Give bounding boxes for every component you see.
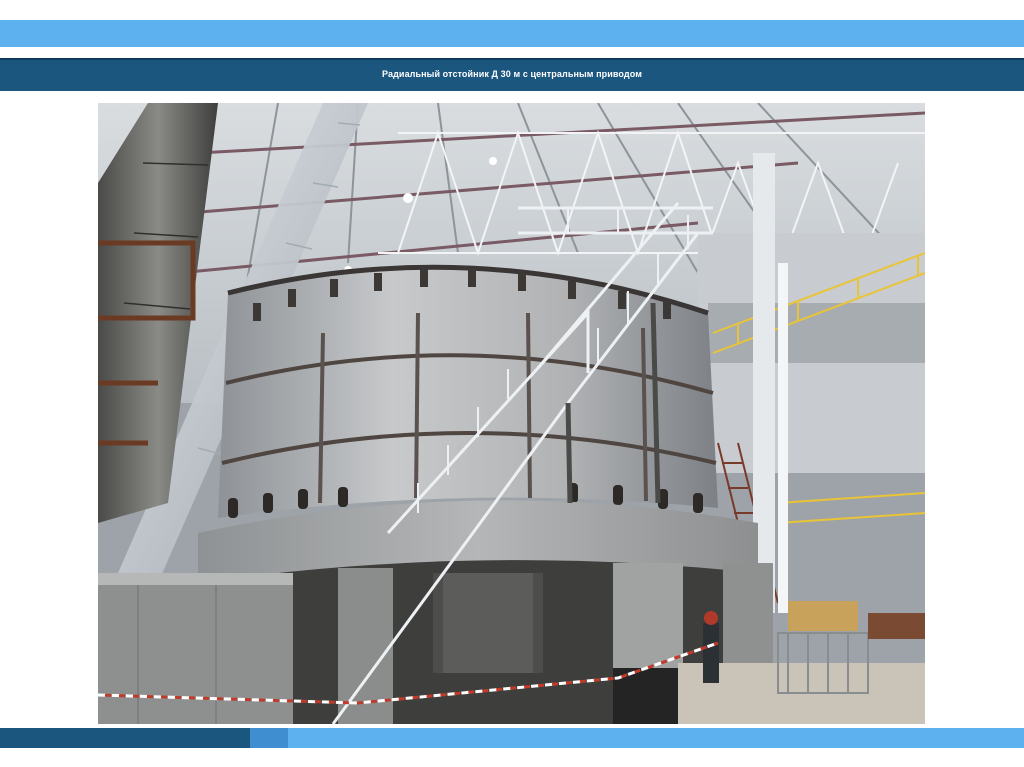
header-band-light xyxy=(0,20,1024,47)
tank-photo xyxy=(98,103,925,724)
footer-band-light xyxy=(288,728,1024,748)
footer-band-accent xyxy=(250,728,288,748)
footer-band-dark xyxy=(0,728,250,748)
slide-title: Радиальный отстойник Д 30 м с центральны… xyxy=(382,69,642,79)
